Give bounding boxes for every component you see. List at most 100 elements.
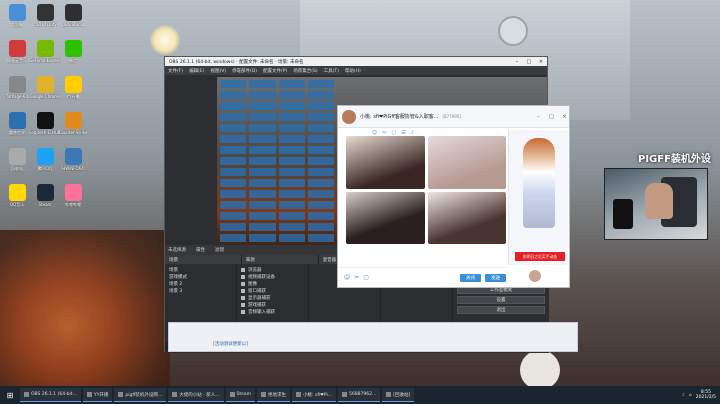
chat-header: 小桃: sfi❤PiGff客服协管&入职客... [877995] – □ ×: [338, 106, 569, 128]
maximize-icon[interactable]: □: [523, 59, 535, 65]
menu-item[interactable]: 文件(F): [168, 68, 183, 74]
windows-start-icon[interactable]: ⊞: [3, 388, 17, 402]
clock[interactable]: 8:55 2021/2/5: [696, 390, 716, 400]
qq-chat-window[interactable]: 小桃: sfi❤PiGff客服协管&入职客... [877995] – □ × …: [337, 105, 570, 288]
source-item[interactable]: 显示器捕获: [241, 294, 304, 301]
taskbar-item-label: 绝地求生: [268, 392, 287, 398]
desktop-icon[interactable]: Steam: [30, 184, 60, 214]
source-item[interactable]: 浏览器: [241, 266, 304, 273]
panel-toast[interactable]: [活动测试更新以]: [213, 341, 248, 347]
minimize-icon[interactable]: –: [534, 114, 543, 120]
menu-item[interactable]: 场景集合(S): [293, 68, 317, 74]
desktop-icon[interactable]: Logitech G HUB: [29, 112, 61, 142]
taskbar-item[interactable]: 大佬的小站 - 新人...: [168, 388, 224, 402]
close-icon[interactable]: ×: [560, 114, 569, 120]
desktop-icon-label: Counter-Strike: [58, 130, 88, 135]
preview-icon: [278, 179, 305, 187]
taskbar-item[interactable]: OBS 26.1.1 (64-bit...: [20, 388, 81, 402]
menu-item[interactable]: 停靠部件(D): [232, 68, 257, 74]
preview-icon: [220, 234, 247, 242]
desktop-icon[interactable]: 此电脑: [2, 4, 32, 34]
scene-item[interactable]: 场景: [169, 266, 232, 273]
browser-panel[interactable]: [活动测试更新以]: [168, 322, 578, 352]
taskbar-item[interactable]: 绝地求生: [257, 388, 291, 402]
desktop-icon[interactable]: YY开播: [58, 76, 88, 106]
obs-title-bar[interactable]: OBS 26.1.1 (64-bit, windows) - 配置文件: 未命名…: [165, 57, 547, 66]
send-button[interactable]: 发送: [485, 273, 506, 282]
preview-icon: [307, 135, 334, 143]
desktop-icon[interactable]: TotPage-64: [2, 76, 32, 106]
close-icon[interactable]: ×: [535, 59, 547, 65]
close-button[interactable]: 关闭: [460, 273, 481, 282]
taskbar-item[interactable]: Steam: [225, 388, 256, 402]
taskbar-item[interactable]: pigff装机外设网...: [114, 388, 167, 402]
control-button[interactable]: 设置: [457, 296, 545, 304]
qq-icon: [296, 392, 302, 397]
source-item[interactable]: 视频捕获设备: [241, 273, 304, 280]
scene-item[interactable]: 场景 3: [169, 287, 232, 294]
control-button[interactable]: 退出: [457, 306, 545, 314]
chat-photo[interactable]: [427, 136, 506, 189]
taskbar-item[interactable]: YY开播: [82, 388, 113, 402]
desktop-icon-label: OBS Studio: [61, 22, 85, 27]
image-icon[interactable]: ▢: [363, 274, 369, 281]
contact-avatar[interactable]: [342, 109, 356, 124]
taskbar-item-label: 大佬的小站 - 新人...: [179, 392, 220, 398]
taskbar-item[interactable]: [回收站]: [382, 388, 415, 402]
menu-item[interactable]: 工具(T): [324, 68, 339, 74]
source-item[interactable]: 游戏捕获: [241, 301, 304, 308]
menu-item[interactable]: 视图(V): [210, 68, 226, 74]
visibility-icon[interactable]: [241, 295, 245, 300]
visibility-icon[interactable]: [241, 274, 245, 279]
chat-photo[interactable]: [346, 191, 425, 244]
network-icon[interactable]: ⌂: [689, 393, 692, 398]
taskbar-item[interactable]: 56887962...: [338, 388, 381, 402]
visibility-icon[interactable]: [241, 302, 245, 307]
desktop-icon[interactable]: Google Chrome: [29, 76, 61, 106]
desktop-icon[interactable]: QQ音乐: [2, 184, 32, 214]
visibility-icon[interactable]: [241, 267, 245, 272]
source-toolbar-item[interactable]: 滤镜: [215, 247, 224, 253]
desktop-icon[interactable]: 哔哩哔哩: [58, 184, 88, 214]
desktop-icon[interactable]: HWiNFO64: [58, 148, 88, 178]
menu-item[interactable]: 编辑(E): [189, 68, 204, 74]
menu-item[interactable]: 配置文件(P): [263, 68, 287, 74]
visibility-icon[interactable]: [241, 309, 245, 314]
volume-icon[interactable]: ♪: [682, 393, 685, 398]
desktop-icon[interactable]: 回收站: [2, 148, 32, 178]
own-avatar[interactable]: [529, 270, 541, 282]
desktop-icon[interactable]: 魔兽世界: [2, 112, 32, 142]
desktop-icon[interactable]: 网易云音乐: [2, 40, 32, 70]
desktop-icon[interactable]: Call of Duty: [30, 4, 60, 34]
taskbar-item[interactable]: 小桃: sfi❤Pi...: [292, 388, 337, 402]
source-toolbar-item[interactable]: 属性: [196, 247, 205, 253]
chat-photo[interactable]: [346, 136, 425, 189]
desktop-icon[interactable]: Counter-Strike: [58, 112, 88, 142]
source-item[interactable]: 图像: [241, 280, 304, 287]
desktop-icon[interactable]: 腾讯QQ: [30, 148, 60, 178]
chat-photo[interactable]: [427, 191, 506, 244]
desktop-icon[interactable]: GeForce Experience: [29, 40, 61, 70]
scissors-icon[interactable]: ✂: [354, 274, 359, 281]
source-item[interactable]: 音频输入捕获: [241, 308, 304, 315]
maximize-icon[interactable]: □: [547, 114, 556, 120]
desktop-icon[interactable]: 微信: [58, 40, 88, 70]
chat-photo-grid: [346, 136, 506, 244]
emoji-icon[interactable]: ☺: [344, 274, 350, 281]
scene-item[interactable]: 场景 2: [169, 280, 232, 287]
menu-item[interactable]: 帮助(H): [345, 68, 361, 74]
preview-icon: [220, 135, 247, 143]
visibility-icon[interactable]: [241, 281, 245, 286]
preview-icon: [278, 157, 305, 165]
preview-icon: [220, 124, 247, 132]
preview-icon: [220, 146, 247, 154]
source-toolbar-item[interactable]: 未选择源: [168, 247, 186, 253]
streamer: [645, 183, 673, 219]
preview-icon: [249, 190, 276, 198]
visibility-icon[interactable]: [241, 288, 245, 293]
minimize-icon[interactable]: –: [511, 59, 523, 65]
desktop-icon[interactable]: OBS Studio: [58, 4, 88, 34]
promo-banner[interactable]: 和明日之后买手动态: [515, 252, 565, 261]
scene-item[interactable]: 游戏模式: [169, 273, 232, 280]
source-item[interactable]: 窗口捕获: [241, 287, 304, 294]
